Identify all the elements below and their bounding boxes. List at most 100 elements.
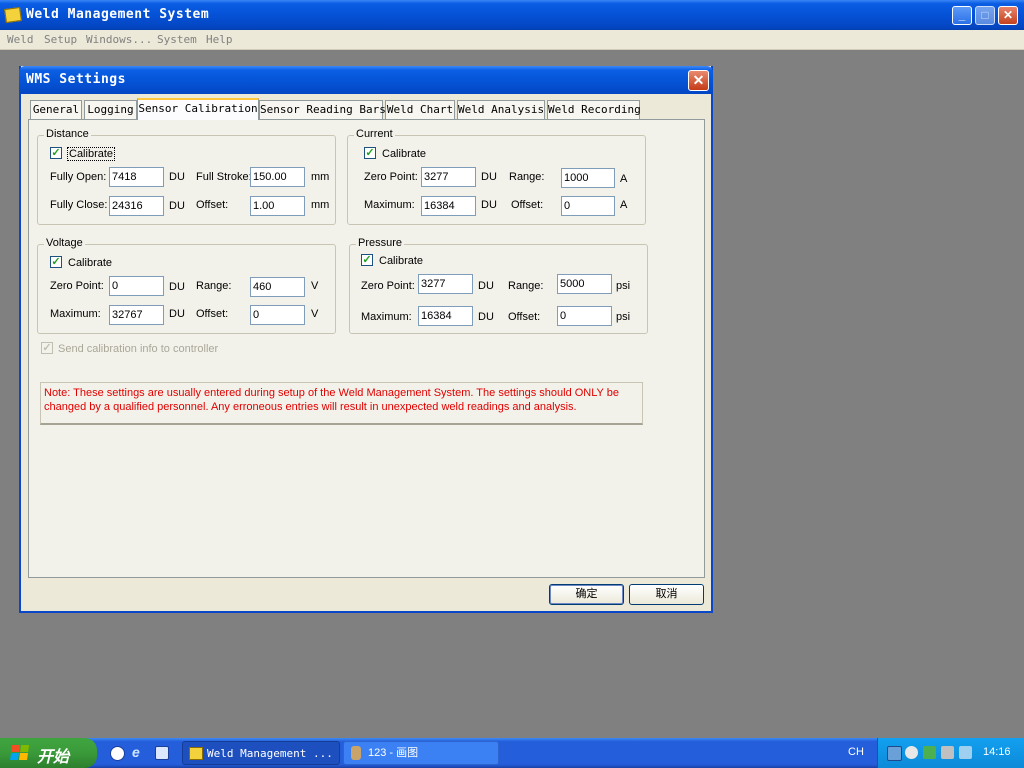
language-indicator[interactable]: CH bbox=[848, 746, 864, 758]
voltage-range-label: Range: bbox=[196, 280, 232, 292]
current-calibrate-label[interactable]: Calibrate bbox=[382, 148, 426, 160]
pressure-zero-input[interactable] bbox=[418, 274, 473, 294]
taskbar-item-weld-management[interactable]: Weld Management ... bbox=[182, 741, 340, 765]
current-zero-unit: DU bbox=[481, 171, 497, 183]
voltage-group-label: Voltage bbox=[44, 237, 85, 249]
current-max-unit: DU bbox=[481, 199, 497, 211]
current-range-label: Range: bbox=[509, 171, 545, 183]
menu-bar: Weld Setup Windows... System Help bbox=[0, 30, 1024, 50]
tab-logging[interactable]: Logging bbox=[84, 100, 137, 119]
pressure-range-input[interactable] bbox=[557, 274, 612, 294]
close-button[interactable]: ✕ bbox=[998, 6, 1018, 25]
send-calibration-label: Send calibration info to controller bbox=[58, 343, 219, 355]
cancel-button[interactable]: 取消 bbox=[629, 584, 704, 605]
pressure-zero-unit: DU bbox=[478, 280, 494, 292]
tray-app-icon[interactable] bbox=[941, 746, 954, 759]
fully-close-input[interactable] bbox=[109, 196, 164, 216]
start-label: 开始 bbox=[37, 749, 70, 766]
pressure-range-unit: psi bbox=[616, 280, 631, 292]
voltage-max-unit: DU bbox=[169, 308, 185, 320]
fully-close-unit: DU bbox=[169, 200, 185, 212]
internet-explorer-icon[interactable]: e bbox=[132, 745, 146, 759]
show-desktop-icon[interactable] bbox=[155, 746, 169, 760]
current-max-label: Maximum: bbox=[364, 199, 415, 211]
menu-setup[interactable]: Setup bbox=[44, 33, 77, 46]
voltage-calibrate-checkbox[interactable]: ✓ bbox=[50, 256, 62, 268]
current-max-input[interactable] bbox=[421, 196, 476, 216]
current-offset-label: Offset: bbox=[511, 199, 544, 211]
voltage-max-input[interactable] bbox=[109, 305, 164, 325]
current-group-label: Current bbox=[354, 128, 395, 140]
voltage-zero-input[interactable] bbox=[109, 276, 164, 296]
taskbar-item-paint[interactable]: 123 - 画图 bbox=[343, 741, 499, 765]
tab-weld-analysis[interactable]: Weld Analysis bbox=[457, 100, 545, 119]
window-title: Weld Management System bbox=[26, 7, 210, 22]
fully-open-unit: DU bbox=[169, 171, 185, 183]
tab-sensor-reading-bars[interactable]: Sensor Reading Bars bbox=[259, 100, 386, 119]
tab-sensor-calibration[interactable]: Sensor Calibration bbox=[137, 98, 259, 120]
windows-logo-icon bbox=[10, 745, 30, 761]
tab-weld-recording[interactable]: Weld Recording bbox=[547, 100, 641, 119]
fully-close-label: Fully Close: bbox=[50, 199, 108, 211]
full-stroke-input[interactable] bbox=[250, 167, 305, 187]
media-player-icon[interactable] bbox=[110, 746, 125, 761]
pressure-range-label: Range: bbox=[508, 280, 544, 292]
volume-icon[interactable] bbox=[905, 746, 918, 759]
distance-offset-input[interactable] bbox=[250, 196, 305, 216]
taskbar bbox=[0, 738, 1024, 768]
send-calibration-checkbox: ✓ bbox=[41, 342, 53, 354]
current-zero-input[interactable] bbox=[421, 167, 476, 187]
dialog-close-button[interactable]: ✕ bbox=[688, 70, 709, 91]
taskbar-item-label: 123 - 画图 bbox=[368, 747, 419, 759]
menu-windows[interactable]: Windows... bbox=[86, 33, 152, 46]
minimize-button[interactable]: _ bbox=[952, 6, 972, 25]
distance-calibrate-checkbox[interactable]: ✓ bbox=[50, 147, 62, 159]
menu-weld[interactable]: Weld bbox=[7, 33, 34, 46]
app-icon bbox=[4, 6, 22, 24]
paint-icon bbox=[351, 746, 361, 760]
tab-weld-chart[interactable]: Weld Chart bbox=[385, 100, 455, 119]
menu-help[interactable]: Help bbox=[206, 33, 233, 46]
pressure-offset-label: Offset: bbox=[508, 311, 541, 323]
pressure-offset-unit: psi bbox=[616, 311, 631, 323]
dialog-title: WMS Settings bbox=[26, 72, 126, 87]
current-range-input[interactable] bbox=[561, 168, 615, 188]
full-stroke-unit: mm bbox=[311, 171, 330, 183]
clock: 14:16 bbox=[983, 746, 1011, 758]
voltage-calibrate-label[interactable]: Calibrate bbox=[68, 257, 112, 269]
app-icon bbox=[189, 747, 203, 760]
taskbar-item-label: Weld Management ... bbox=[207, 747, 333, 760]
distance-group-label: Distance bbox=[44, 128, 91, 140]
pressure-calibrate-checkbox[interactable]: ✓ bbox=[361, 254, 373, 266]
network-icon[interactable] bbox=[887, 746, 902, 761]
full-stroke-label: Full Stroke: bbox=[196, 171, 252, 183]
current-offset-unit: A bbox=[620, 199, 628, 211]
pressure-max-label: Maximum: bbox=[361, 311, 412, 323]
tray-app-icon[interactable] bbox=[923, 746, 936, 759]
voltage-max-label: Maximum: bbox=[50, 308, 101, 320]
current-offset-input[interactable] bbox=[561, 196, 615, 216]
current-range-unit: A bbox=[620, 173, 628, 185]
voltage-offset-unit: V bbox=[311, 308, 319, 320]
voltage-range-input[interactable] bbox=[250, 277, 305, 297]
voltage-offset-input[interactable] bbox=[250, 305, 305, 325]
current-calibrate-checkbox[interactable]: ✓ bbox=[364, 147, 376, 159]
current-zero-label: Zero Point: bbox=[364, 171, 418, 183]
maximize-button: □ bbox=[975, 6, 995, 25]
pressure-max-unit: DU bbox=[478, 311, 494, 323]
note-text: Note: These settings are usually entered… bbox=[44, 387, 619, 413]
distance-offset-unit: mm bbox=[311, 199, 330, 211]
pressure-max-input[interactable] bbox=[418, 306, 473, 326]
fully-open-label: Fully Open: bbox=[50, 171, 107, 183]
ok-button[interactable]: 确定 bbox=[549, 584, 624, 605]
distance-offset-label: Offset: bbox=[196, 199, 229, 211]
tab-general[interactable]: General bbox=[30, 100, 82, 119]
tray-app-icon[interactable] bbox=[959, 746, 972, 759]
pressure-calibrate-label[interactable]: Calibrate bbox=[379, 255, 423, 267]
menu-system[interactable]: System bbox=[157, 33, 197, 46]
distance-calibrate-label[interactable]: Calibrate bbox=[67, 147, 116, 161]
fully-open-input[interactable] bbox=[109, 167, 164, 187]
voltage-offset-label: Offset: bbox=[196, 308, 229, 320]
pressure-group-label: Pressure bbox=[356, 237, 405, 249]
pressure-offset-input[interactable] bbox=[557, 306, 612, 326]
